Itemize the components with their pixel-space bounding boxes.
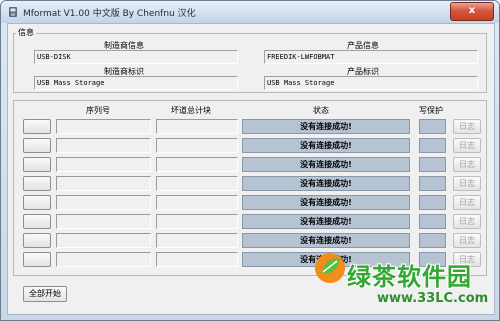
write-protect-indicator: [419, 138, 446, 153]
header-status: 状态: [313, 106, 329, 115]
watermark: 绿茶软件园 www.33LC.com: [313, 249, 499, 320]
status-field: 没有连接成功!: [242, 138, 410, 153]
serial-field: [56, 138, 151, 153]
tea-leaf-logo-icon: [315, 253, 345, 283]
close-button[interactable]: x: [450, 2, 494, 21]
status-field: 没有连接成功!: [242, 195, 410, 210]
row-start-button[interactable]: [23, 176, 51, 191]
serial-field: [56, 119, 151, 134]
watermark-brand: 绿茶软件园: [347, 263, 472, 291]
log-button[interactable]: 日志: [453, 119, 481, 134]
product-id-field: USB Mass Storage: [264, 76, 478, 90]
window-title: Mformat V1.00 中文版 By Chenfnu 汉化: [23, 9, 196, 19]
serial-field: [56, 176, 151, 191]
product-info-field: FREEDIK-LWFOBMAT: [264, 50, 478, 64]
log-button[interactable]: 日志: [453, 176, 481, 191]
log-button[interactable]: 日志: [453, 138, 481, 153]
status-field: 没有连接成功!: [242, 214, 410, 229]
bad-blocks-field: [156, 138, 238, 153]
write-protect-indicator: [419, 233, 446, 248]
row-start-button[interactable]: [23, 214, 51, 229]
serial-field: [56, 252, 151, 267]
bad-blocks-field: [156, 252, 238, 267]
bad-blocks-field: [156, 233, 238, 248]
close-icon: x: [468, 5, 476, 16]
header-bad-blocks: 坏道总计块: [171, 106, 211, 115]
info-group-title: 信息: [16, 27, 36, 38]
start-all-label: 全部开始: [29, 289, 61, 298]
status-field: 没有连接成功!: [242, 176, 410, 191]
status-field: 没有连接成功!: [242, 157, 410, 172]
app-window: Mformat V1.00 中文版 By Chenfnu 汉化 x 信息 制造商…: [0, 0, 500, 321]
watermark-url: www.33LC.com: [377, 291, 489, 306]
bad-blocks-field: [156, 157, 238, 172]
bad-blocks-field: [156, 176, 238, 191]
row-start-button[interactable]: [23, 138, 51, 153]
write-protect-indicator: [419, 157, 446, 172]
row-start-button[interactable]: [23, 157, 51, 172]
status-field: 没有连接成功!: [242, 233, 410, 248]
header-serial: 序列号: [86, 106, 110, 115]
serial-field: [56, 157, 151, 172]
row-start-button[interactable]: [23, 195, 51, 210]
log-button[interactable]: 日志: [453, 233, 481, 248]
app-icon: [9, 7, 17, 17]
header-write-protect: 写保护: [419, 106, 443, 115]
vendor-info-field: USB-DISK: [34, 50, 238, 64]
row-start-button[interactable]: [23, 252, 51, 267]
write-protect-indicator: [419, 176, 446, 191]
bad-blocks-field: [156, 195, 238, 210]
log-button[interactable]: 日志: [453, 157, 481, 172]
start-all-button[interactable]: 全部开始: [23, 286, 67, 302]
serial-field: [56, 233, 151, 248]
write-protect-indicator: [419, 214, 446, 229]
serial-field: [56, 214, 151, 229]
log-button[interactable]: 日志: [453, 195, 481, 210]
row-start-button[interactable]: [23, 119, 51, 134]
row-start-button[interactable]: [23, 233, 51, 248]
title-bar[interactable]: Mformat V1.00 中文版 By Chenfnu 汉化 x: [1, 1, 499, 23]
bad-blocks-field: [156, 214, 238, 229]
write-protect-indicator: [419, 195, 446, 210]
status-field: 没有连接成功!: [242, 119, 410, 134]
serial-field: [56, 195, 151, 210]
log-button[interactable]: 日志: [453, 214, 481, 229]
write-protect-indicator: [419, 119, 446, 134]
bad-blocks-field: [156, 119, 238, 134]
vendor-id-field: USB Mass Storage: [34, 76, 238, 90]
